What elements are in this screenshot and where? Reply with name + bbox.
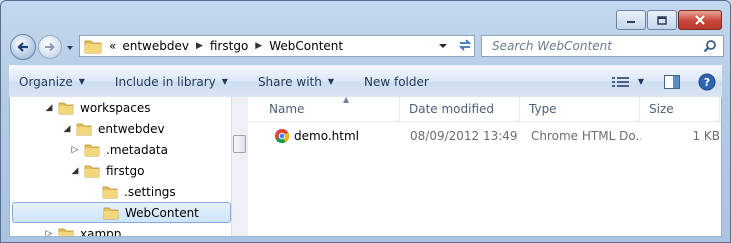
minimize-button[interactable]: [616, 10, 646, 30]
search-icon[interactable]: [703, 39, 717, 53]
column-header-date-modified[interactable]: Date modified: [400, 97, 520, 121]
close-button[interactable]: [678, 10, 722, 30]
caption-buttons: [615, 10, 722, 30]
folder-icon: [58, 228, 74, 236]
navigation-pane[interactable]: ◢ workspaces ◢ entwebdev ▷ .metadata ◢ f…: [10, 97, 231, 236]
search-box[interactable]: [481, 35, 724, 57]
share-with-button[interactable]: Share with ▼: [249, 66, 343, 97]
chevron-down-icon: [67, 46, 73, 50]
breadcrumb-separator-icon[interactable]: ▶: [192, 41, 207, 51]
tree-item-label: xampp: [80, 226, 122, 237]
tree-item-label: .settings: [124, 184, 176, 199]
folder-icon: [103, 207, 119, 219]
command-bar: Organize ▼ Include in library ▼ Share wi…: [9, 65, 722, 98]
forward-arrow-icon: [45, 42, 55, 52]
folder-icon: [102, 186, 118, 198]
column-header-label: Type: [529, 102, 557, 116]
scrollbar-thumb[interactable]: [233, 135, 246, 153]
tree-item-xampp[interactable]: ▷ xampp: [44, 223, 121, 236]
column-header-label: Size: [649, 102, 674, 116]
folder-icon: [58, 102, 74, 114]
breadcrumb-overflow[interactable]: «: [106, 39, 119, 53]
column-header-name[interactable]: ▲ Name: [260, 97, 400, 121]
minimize-icon: [627, 21, 635, 23]
collapsed-arrow-icon[interactable]: ▷: [44, 229, 54, 237]
tree-item-workspaces[interactable]: ◢ workspaces: [44, 97, 151, 118]
sort-ascending-icon: ▲: [343, 97, 350, 104]
tree-item-entwebdev[interactable]: ◢ entwebdev: [62, 118, 165, 139]
tree-item-label: entwebdev: [98, 121, 165, 136]
file-date-cell: 08/09/2012 13:49: [410, 129, 518, 143]
address-bar[interactable]: « entwebdev ▶ firstgo ▶ WebContent: [79, 35, 475, 57]
folder-icon: [76, 123, 92, 135]
change-view-button[interactable]: ▼: [611, 76, 644, 88]
view-controls: ▼ ?: [598, 66, 716, 97]
expanded-arrow-icon[interactable]: ◢: [62, 124, 72, 134]
file-list-pane[interactable]: ▲ Name Date modified Type Size demo.html…: [248, 97, 721, 236]
expanded-arrow-icon[interactable]: ◢: [70, 166, 80, 176]
content-area: ◢ workspaces ◢ entwebdev ▷ .metadata ◢ f…: [9, 97, 722, 237]
tree-item-metadata[interactable]: ▷ .metadata: [70, 139, 168, 160]
new-folder-label: New folder: [364, 74, 429, 89]
tree-item-label: .metadata: [106, 142, 168, 157]
search-input[interactable]: [490, 38, 703, 54]
maximize-button[interactable]: [647, 10, 677, 30]
breadcrumb-firstgo[interactable]: firstgo: [207, 39, 251, 53]
include-in-library-button[interactable]: Include in library ▼: [106, 66, 237, 97]
details-view-icon: [611, 76, 629, 87]
folder-icon: [84, 40, 102, 54]
column-header-row: ▲ Name Date modified Type Size: [248, 97, 721, 122]
back-button[interactable]: [10, 34, 36, 60]
collapsed-arrow-icon[interactable]: ▷: [70, 145, 80, 155]
address-dropdown-icon[interactable]: [438, 41, 448, 51]
address-row: « entwebdev ▶ firstgo ▶ WebContent: [9, 34, 724, 60]
breadcrumb-webcontent[interactable]: WebContent: [266, 39, 346, 53]
back-arrow-icon: [17, 42, 28, 52]
file-type-cell: Chrome HTML Do...: [531, 129, 641, 143]
expanded-arrow-icon[interactable]: ◢: [44, 103, 54, 113]
recent-pages-dropdown[interactable]: [65, 42, 75, 52]
tree-item-label: firstgo: [106, 163, 145, 178]
column-header-label: Date modified: [409, 102, 495, 116]
refresh-icon: [458, 39, 472, 51]
column-header-label: Name: [269, 102, 305, 116]
new-folder-button[interactable]: New folder: [355, 66, 438, 97]
column-header-type[interactable]: Type: [520, 97, 640, 121]
chevron-down-icon: ▼: [327, 77, 334, 86]
tree-item-webcontent[interactable]: WebContent: [12, 202, 231, 223]
preview-pane-button[interactable]: [664, 74, 680, 89]
breadcrumb-separator-icon[interactable]: ▶: [251, 41, 266, 51]
svg-text:?: ?: [704, 76, 710, 89]
preview-pane-icon: [664, 74, 680, 89]
help-button[interactable]: ?: [698, 73, 716, 91]
file-name-cell: demo.html: [274, 125, 402, 147]
share-with-label: Share with: [257, 74, 322, 89]
file-row[interactable]: demo.html 08/09/2012 13:49 Chrome HTML D…: [252, 125, 720, 147]
organize-label: Organize: [19, 74, 73, 89]
include-in-library-label: Include in library: [114, 74, 216, 89]
chrome-html-icon: [275, 129, 290, 144]
forward-button[interactable]: [38, 35, 62, 59]
explorer-window: « entwebdev ▶ firstgo ▶ WebContent Organ…: [0, 0, 731, 243]
maximize-icon: [657, 15, 667, 25]
tree-item-label: WebContent: [125, 205, 199, 220]
chevron-down-icon: ▼: [221, 77, 228, 86]
file-name: demo.html: [294, 129, 359, 143]
column-header-size[interactable]: Size: [640, 97, 720, 121]
file-size-cell: 1 KB: [692, 129, 720, 143]
chevron-down-icon[interactable]: ▼: [638, 77, 644, 86]
folder-icon: [84, 165, 100, 177]
breadcrumb-entwebdev[interactable]: entwebdev: [119, 39, 192, 53]
tree-item-firstgo[interactable]: ◢ firstgo: [70, 160, 145, 181]
tree-item-settings[interactable]: .settings: [88, 181, 176, 202]
tree-item-label: workspaces: [80, 100, 151, 115]
organize-button[interactable]: Organize ▼: [9, 66, 94, 97]
folder-icon: [84, 144, 100, 156]
refresh-button[interactable]: [455, 35, 475, 55]
close-icon: [695, 15, 705, 25]
help-icon: ?: [698, 73, 716, 90]
chevron-down-icon: ▼: [78, 77, 85, 86]
navigation-scrollbar[interactable]: [231, 97, 249, 236]
